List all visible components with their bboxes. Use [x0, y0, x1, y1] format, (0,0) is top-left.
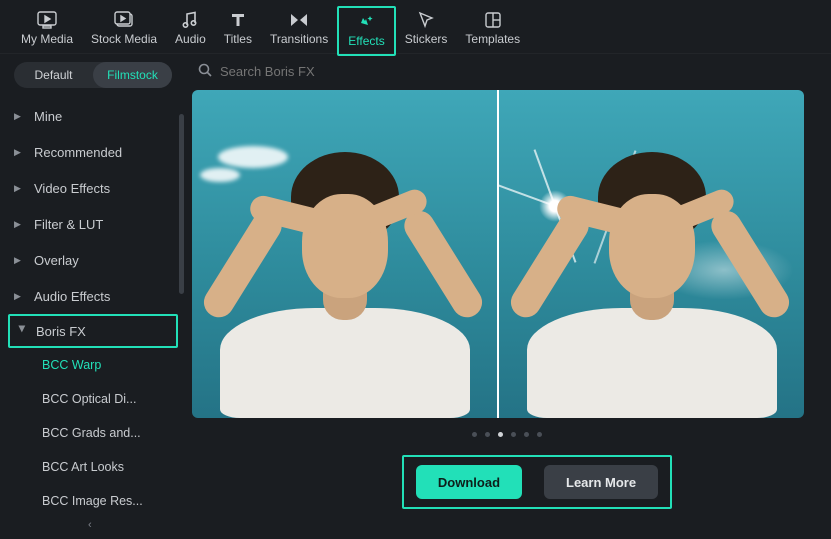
sidebar-item-label: Video Effects	[34, 181, 110, 196]
sidebar-item-label: Audio Effects	[34, 289, 110, 304]
sidebar-subitem-bcc-art-looks[interactable]: BCC Art Looks	[0, 450, 170, 484]
nav-label: Transitions	[270, 32, 328, 46]
nav-my-media[interactable]: My Media	[12, 6, 82, 52]
search-icon	[198, 63, 212, 80]
transitions-icon	[288, 10, 310, 30]
nav-stock-media[interactable]: Stock Media	[82, 6, 166, 52]
nav-label: Templates	[465, 32, 520, 46]
titles-icon	[227, 10, 249, 30]
nav-label: Stock Media	[91, 32, 157, 46]
nav-transitions[interactable]: Transitions	[261, 6, 337, 52]
chevron-right-icon: ▶	[14, 183, 26, 194]
chevron-right-icon: ▶	[14, 255, 26, 266]
carousel-dots[interactable]	[192, 432, 821, 437]
sidebar-subitem-bcc-image-res[interactable]: BCC Image Res...	[0, 484, 170, 518]
collapse-sidebar-icon[interactable]: ‹	[88, 519, 104, 535]
chevron-right-icon: ▶	[14, 111, 26, 122]
sidebar-item-label: Mine	[34, 109, 62, 124]
nav-label: My Media	[21, 32, 73, 46]
top-nav: My Media Stock Media Audio Titles Transi…	[0, 0, 831, 54]
search-bar	[192, 54, 821, 88]
sidebar-category-list: ▶ Mine ▶ Recommended ▶ Video Effects ▶ Filte…	[0, 98, 186, 518]
sidebar-subitem-bcc-warp[interactable]: BCC Warp	[0, 348, 170, 382]
preview-comparison[interactable]	[192, 90, 804, 418]
sidebar-item-mine[interactable]: ▶ Mine	[0, 98, 186, 134]
sidebar-tabs: Default Filmstock	[14, 62, 172, 88]
sidebar-item-label: Filter & LUT	[34, 217, 103, 232]
sidebar-item-label: Overlay	[34, 253, 79, 268]
chevron-right-icon: ▶	[14, 291, 26, 302]
nav-effects[interactable]: Effects	[337, 6, 395, 56]
chevron-right-icon: ▶	[14, 147, 26, 158]
carousel-dot[interactable]	[537, 432, 542, 437]
carousel-dot[interactable]	[524, 432, 529, 437]
preview-after	[497, 90, 804, 418]
learn-more-button[interactable]: Learn More	[544, 465, 658, 499]
sidebar-item-boris-fx[interactable]: ▶ Boris FX	[8, 314, 178, 348]
nav-titles[interactable]: Titles	[215, 6, 261, 52]
content-area: Download Learn More	[186, 54, 831, 539]
effects-icon	[355, 12, 377, 32]
tab-filmstock[interactable]: Filmstock	[93, 62, 172, 88]
nav-label: Effects	[348, 34, 384, 48]
chevron-down-icon: ▶	[17, 325, 28, 337]
nav-templates[interactable]: Templates	[456, 6, 529, 52]
my-media-icon	[36, 10, 58, 30]
carousel-dot[interactable]	[511, 432, 516, 437]
sidebar-item-video-effects[interactable]: ▶ Video Effects	[0, 170, 186, 206]
sidebar-item-label: Recommended	[34, 145, 122, 160]
nav-label: Titles	[224, 32, 252, 46]
carousel-dot[interactable]	[472, 432, 477, 437]
sidebar-item-filter-lut[interactable]: ▶ Filter & LUT	[0, 206, 186, 242]
nav-label: Stickers	[405, 32, 448, 46]
sidebar-item-label: Boris FX	[36, 324, 86, 339]
stock-media-icon	[113, 10, 135, 30]
chevron-right-icon: ▶	[14, 219, 26, 230]
sidebar: Default Filmstock ▶ Mine ▶ Recommended ▶ Vi…	[0, 54, 186, 539]
stickers-icon	[415, 10, 437, 30]
nav-stickers[interactable]: Stickers	[396, 6, 457, 52]
sidebar-scrollbar[interactable]	[179, 114, 184, 414]
preview-before	[192, 90, 497, 418]
search-input[interactable]	[220, 64, 480, 79]
sidebar-subitem-bcc-grads[interactable]: BCC Grads and...	[0, 416, 170, 450]
nav-label: Audio	[175, 32, 206, 46]
tab-default[interactable]: Default	[14, 62, 93, 88]
sidebar-subitem-bcc-optical[interactable]: BCC Optical Di...	[0, 382, 170, 416]
templates-icon	[482, 10, 504, 30]
download-button[interactable]: Download	[416, 465, 522, 499]
sidebar-item-audio-effects[interactable]: ▶ Audio Effects	[0, 278, 186, 314]
nav-audio[interactable]: Audio	[166, 6, 215, 52]
carousel-dot[interactable]	[485, 432, 490, 437]
sidebar-item-recommended[interactable]: ▶ Recommended	[0, 134, 186, 170]
carousel-dot[interactable]	[498, 432, 503, 437]
cta-group: Download Learn More	[402, 455, 672, 509]
audio-icon	[179, 10, 201, 30]
sidebar-item-overlay[interactable]: ▶ Overlay	[0, 242, 186, 278]
